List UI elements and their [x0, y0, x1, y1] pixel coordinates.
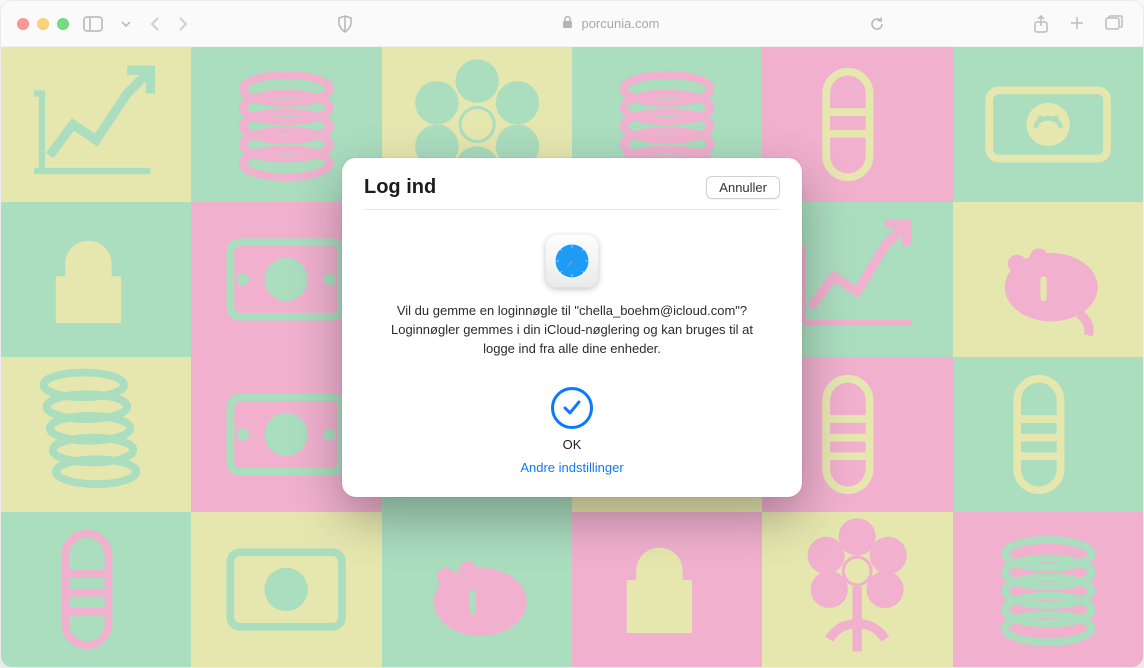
other-settings-link[interactable]: Andre indstillinger — [372, 459, 772, 474]
dialog-message: Vil du gemme en loginnøgle til "chella_b… — [372, 302, 772, 359]
ok-label: OK — [372, 436, 772, 451]
cancel-button[interactable]: Annuller — [706, 176, 780, 199]
titlebar-dim-overlay — [1, 1, 1143, 47]
dialog-title: Log ind — [364, 176, 436, 199]
ok-button[interactable] — [551, 386, 593, 428]
checkmark-icon — [561, 396, 583, 418]
login-dialog: Log ind Annuller — [342, 158, 802, 497]
safari-app-icon — [372, 234, 772, 288]
safari-window: porcunia.com — [0, 0, 1144, 668]
dialog-header: Log ind Annuller — [364, 176, 780, 210]
